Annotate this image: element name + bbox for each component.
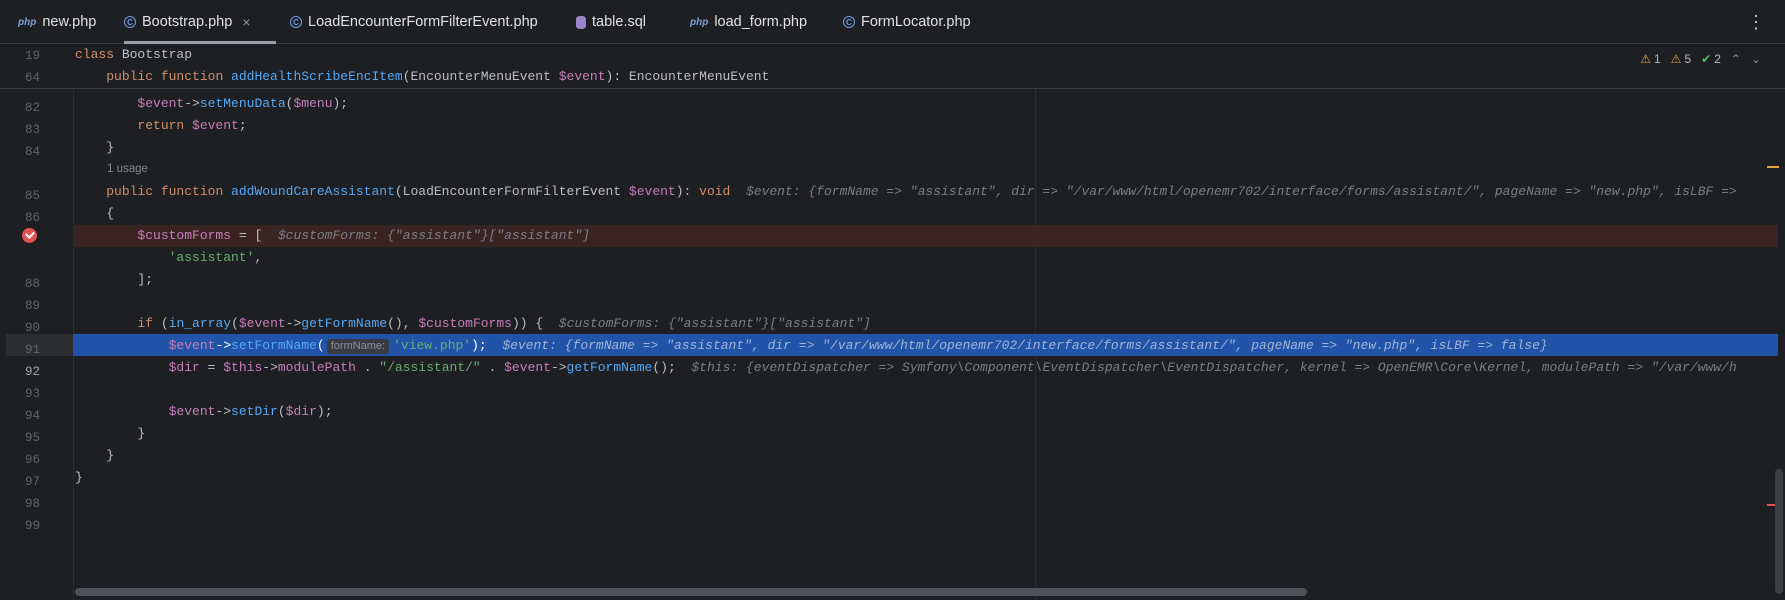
- line-number: 96: [24, 453, 40, 467]
- vertical-scrollbar[interactable]: [1775, 469, 1783, 594]
- tab-label: table.sql: [592, 14, 647, 30]
- code-line-95: $event->setDir($dir);: [168, 404, 333, 419]
- warnings-count[interactable]: ⚠ 1: [1640, 52, 1660, 66]
- line-number: 94: [24, 409, 40, 423]
- code-line-83: return $event;: [137, 118, 247, 133]
- warning-stripe-marker[interactable]: [1767, 166, 1779, 168]
- debug-value-hint: $this: {eventDispatcher => Symfony\Compo…: [675, 360, 1737, 375]
- tab-formlocator-php[interactable]: C FormLocator.php: [843, 0, 971, 44]
- line-number: 19: [24, 49, 40, 63]
- code-line-82: $event->setMenuData($menu);: [137, 96, 349, 111]
- close-icon[interactable]: ×: [242, 14, 250, 30]
- breakpoint-icon[interactable]: [22, 228, 37, 243]
- chevron-up-icon[interactable]: ⌃: [1731, 52, 1741, 66]
- line-number: 91: [24, 343, 40, 357]
- sticky-scroll-header[interactable]: 19 class Bootstrap 64 public function ad…: [0, 44, 1785, 89]
- horizontal-scrollbar[interactable]: [75, 588, 1307, 596]
- code-line-89: ];: [75, 272, 154, 287]
- line-number: 92: [24, 365, 40, 379]
- line-number: 84: [24, 145, 40, 159]
- tab-label: Bootstrap.php: [142, 14, 233, 30]
- tab-label: new.php: [42, 14, 97, 30]
- sticky-line-class[interactable]: class Bootstrap: [75, 47, 192, 62]
- debug-value-hint: $customForms: {"assistant"}["assistant"]: [262, 228, 590, 243]
- line-number: 95: [24, 431, 40, 445]
- line-number: 97: [24, 475, 40, 489]
- more-options-icon[interactable]: ⋮: [1747, 13, 1765, 31]
- line-number: 85: [24, 189, 40, 203]
- usage-hint[interactable]: 1 usage: [107, 163, 148, 175]
- code-line-85: public function addWoundCareAssistant(Lo…: [106, 184, 1737, 199]
- editor-tab-bar: php new.php C Bootstrap.php × C LoadEnco…: [0, 0, 1785, 44]
- debug-value-hint: $customForms: {"assistant"}["assistant"]: [543, 316, 871, 331]
- code-line-98: }: [75, 470, 83, 485]
- tab-label: FormLocator.php: [861, 14, 971, 30]
- line-number: 90: [24, 321, 40, 335]
- line-number: 82: [24, 101, 40, 115]
- line-number: 86: [24, 211, 40, 225]
- database-file-icon: [576, 15, 586, 29]
- php-class-icon: C: [290, 16, 302, 28]
- inspection-widget[interactable]: ⚠ 1 ⚠ 5 ✔ 2 ⌃ ⌄: [1640, 52, 1761, 66]
- code-line-97: }: [75, 448, 115, 463]
- weak-warning-icon: ⚠: [1670, 52, 1682, 66]
- line-number: 64: [24, 71, 40, 85]
- sticky-line-method[interactable]: public function addHealthScribeEncItem(E…: [75, 69, 769, 84]
- line-number: 93: [24, 387, 40, 401]
- right-margin-guide: [1035, 44, 1036, 600]
- tab-new-php[interactable]: php new.php: [18, 0, 96, 44]
- chevron-down-icon[interactable]: ⌄: [1751, 52, 1761, 66]
- code-line-87: $customForms = [ $customForms: {"assista…: [137, 228, 590, 243]
- tab-label: load_form.php: [714, 14, 808, 30]
- code-line-88: 'assistant',: [168, 250, 263, 265]
- tab-loadencounterformfilterevent-php[interactable]: C LoadEncounterFormFilterEvent.php: [290, 0, 538, 44]
- tab-label: LoadEncounterFormFilterEvent.php: [308, 14, 538, 30]
- code-line-86: {: [75, 206, 115, 221]
- code-editor[interactable]: 82 83 84 85 86 88 89 90 91 92 93 94 95 9…: [0, 44, 1785, 600]
- debug-value-hint: $event: {formName => "assistant", dir =>…: [486, 338, 1548, 353]
- code-line-91: if (in_array($event->getFormName(), $cus…: [137, 316, 871, 331]
- double-check-icon: ✔: [1701, 52, 1712, 66]
- line-number: 83: [24, 123, 40, 137]
- php-class-icon: C: [124, 16, 136, 28]
- php-file-icon: php: [18, 16, 37, 28]
- line-number: 99: [24, 519, 40, 533]
- code-line-93: $dir = $this->modulePath . "/assistant/"…: [168, 360, 1737, 375]
- code-line-96: }: [75, 426, 146, 441]
- parameter-name-hint: formName:: [326, 339, 390, 354]
- code-line-92: $event->setFormName(formName:'view.php')…: [168, 338, 1548, 354]
- line-number: 98: [24, 497, 40, 511]
- line-number: 89: [24, 299, 40, 313]
- tab-table-sql[interactable]: table.sql: [576, 0, 646, 44]
- code-line-84: }: [75, 140, 115, 155]
- tab-bootstrap-php[interactable]: C Bootstrap.php ×: [124, 0, 276, 44]
- php-file-icon: php: [690, 16, 709, 28]
- debug-value-hint: $event: {formName => "assistant", dir =>…: [730, 184, 1737, 199]
- typos-count[interactable]: ✔ 2: [1701, 52, 1721, 66]
- warning-icon: ⚠: [1640, 52, 1651, 66]
- php-class-icon: C: [843, 16, 855, 28]
- tab-load-form-php[interactable]: php load_form.php: [690, 0, 807, 44]
- line-number: 88: [24, 277, 40, 291]
- weak-warnings-count[interactable]: ⚠ 5: [1671, 52, 1691, 66]
